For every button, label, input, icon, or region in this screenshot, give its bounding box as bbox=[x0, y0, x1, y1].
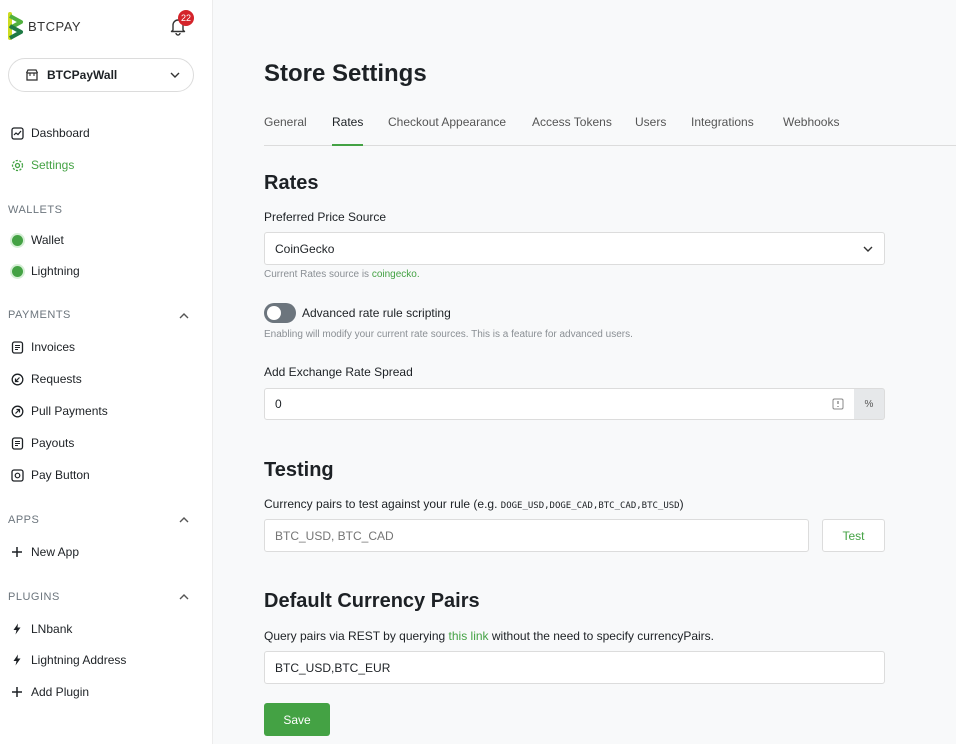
nav-lightning-address-label: Lightning Address bbox=[31, 653, 127, 667]
advanced-rate-toggle[interactable] bbox=[264, 303, 296, 323]
nav-lnbank[interactable]: LNbank bbox=[10, 622, 72, 636]
percent-addon: % bbox=[854, 388, 885, 420]
nav-pull-payments-label: Pull Payments bbox=[31, 404, 108, 418]
nav-pay-button[interactable]: Pay Button bbox=[10, 468, 90, 482]
coingecko-link[interactable]: coingecko. bbox=[372, 269, 420, 280]
request-icon bbox=[10, 372, 24, 386]
nav-lightning-label: Lightning bbox=[31, 264, 80, 278]
nav-add-plugin-label: Add Plugin bbox=[31, 685, 90, 699]
testing-heading: Testing bbox=[264, 459, 334, 481]
chevron-down-icon bbox=[170, 72, 180, 78]
tab-checkout-appearance[interactable]: Checkout Appearance bbox=[388, 115, 506, 146]
tab-rates[interactable]: Rates bbox=[332, 115, 364, 146]
default-pairs-heading: Default Currency Pairs bbox=[264, 590, 480, 612]
pull-payment-icon bbox=[10, 404, 24, 418]
example-pairs-code: DOGE_USD,DOGE_CAD,BTC_CAD,BTC_USD bbox=[500, 501, 680, 511]
lightning-bolt-icon bbox=[10, 622, 24, 636]
nav-invoices-label: Invoices bbox=[31, 340, 76, 354]
apps-section-label: APPS bbox=[8, 514, 40, 526]
spread-input[interactable]: 0 bbox=[264, 388, 855, 420]
tab-general[interactable]: General bbox=[264, 115, 307, 146]
nav-lightning[interactable]: Lightning bbox=[10, 264, 80, 278]
spread-label: Add Exchange Rate Spread bbox=[264, 365, 413, 379]
chevron-up-icon[interactable] bbox=[178, 310, 190, 322]
notification-count-badge: 22 bbox=[178, 10, 195, 26]
nav-dashboard[interactable]: Dashboard bbox=[10, 126, 90, 140]
status-dot-icon bbox=[10, 233, 24, 247]
main-content: Store Settings General Rates Checkout Ap… bbox=[213, 0, 956, 744]
plus-icon bbox=[10, 545, 24, 559]
btcpay-logo[interactable]: BTCPAY bbox=[8, 12, 81, 40]
nav-new-app[interactable]: New App bbox=[10, 545, 79, 559]
status-dot-icon bbox=[10, 264, 24, 278]
current-source-help: Current Rates source is coingecko. bbox=[264, 269, 420, 280]
nav-invoices[interactable]: Invoices bbox=[10, 340, 75, 354]
lightning-bolt-icon bbox=[10, 653, 24, 667]
nav-payouts[interactable]: Payouts bbox=[10, 436, 74, 450]
btcpay-logo-icon bbox=[8, 12, 23, 40]
nav-dashboard-label: Dashboard bbox=[31, 126, 90, 140]
nav-lnbank-label: LNbank bbox=[31, 622, 73, 636]
page-title: Store Settings bbox=[264, 60, 427, 87]
this-link[interactable]: this link bbox=[449, 629, 489, 643]
nav-wallet-label: Wallet bbox=[31, 233, 64, 247]
chevron-down-icon bbox=[863, 246, 873, 252]
nav-wallet[interactable]: Wallet bbox=[10, 233, 64, 247]
nav-new-app-label: New App bbox=[31, 545, 80, 559]
gear-icon bbox=[10, 158, 24, 172]
nav-settings-label: Settings bbox=[31, 158, 75, 172]
invoice-icon bbox=[10, 340, 24, 354]
plugins-section-label: PLUGINS bbox=[8, 591, 60, 603]
plus-icon bbox=[10, 685, 24, 699]
tab-integrations[interactable]: Integrations bbox=[691, 115, 754, 146]
nav-lightning-address[interactable]: Lightning Address bbox=[10, 653, 126, 667]
tab-users[interactable]: Users bbox=[635, 115, 666, 146]
nav-settings[interactable]: Settings bbox=[10, 158, 74, 172]
nav-pull-payments[interactable]: Pull Payments bbox=[10, 404, 108, 418]
store-name: BTCPayWall bbox=[47, 68, 118, 82]
payout-icon bbox=[10, 436, 24, 450]
advanced-rate-label: Advanced rate rule scripting bbox=[302, 306, 451, 320]
nav-pay-button-label: Pay Button bbox=[31, 468, 90, 482]
test-button[interactable]: Test bbox=[822, 519, 885, 552]
sidebar: BTCPAY 22 BTCPayWall Dashboard Settings … bbox=[0, 0, 213, 744]
testing-label: Currency pairs to test against your rule… bbox=[264, 497, 684, 511]
default-pairs-input[interactable]: BTC_USD,BTC_EUR bbox=[264, 651, 885, 684]
tab-webhooks[interactable]: Webhooks bbox=[783, 115, 839, 146]
save-button[interactable]: Save bbox=[264, 703, 330, 736]
default-pairs-value: BTC_USD,BTC_EUR bbox=[275, 660, 391, 675]
brand-name: BTCPAY bbox=[28, 18, 82, 34]
rates-heading: Rates bbox=[264, 172, 319, 194]
nav-add-plugin[interactable]: Add Plugin bbox=[10, 685, 89, 699]
store-selector[interactable]: BTCPayWall bbox=[8, 58, 194, 92]
nav-requests[interactable]: Requests bbox=[10, 372, 82, 386]
spinner-icon[interactable] bbox=[832, 398, 844, 410]
advanced-rate-help: Enabling will modify your current rate s… bbox=[264, 329, 633, 340]
price-source-value: CoinGecko bbox=[275, 241, 335, 256]
default-pairs-help: Query pairs via REST by querying this li… bbox=[264, 629, 714, 643]
chevron-up-icon[interactable] bbox=[178, 514, 190, 526]
price-source-select[interactable]: CoinGecko bbox=[264, 232, 885, 265]
spread-value: 0 bbox=[275, 397, 282, 411]
price-source-label: Preferred Price Source bbox=[264, 210, 387, 224]
store-icon bbox=[25, 69, 39, 81]
settings-tabs: General Rates Checkout Appearance Access… bbox=[264, 115, 956, 146]
chevron-up-icon[interactable] bbox=[178, 591, 190, 603]
tab-access-tokens[interactable]: Access Tokens bbox=[532, 115, 612, 146]
nav-requests-label: Requests bbox=[31, 372, 82, 386]
wallets-section-label: WALLETS bbox=[8, 204, 63, 216]
dashboard-icon bbox=[10, 126, 24, 140]
pay-button-icon bbox=[10, 468, 24, 482]
nav-payouts-label: Payouts bbox=[31, 436, 75, 450]
payments-section-label: PAYMENTS bbox=[8, 309, 71, 321]
test-pairs-input[interactable] bbox=[264, 519, 809, 552]
